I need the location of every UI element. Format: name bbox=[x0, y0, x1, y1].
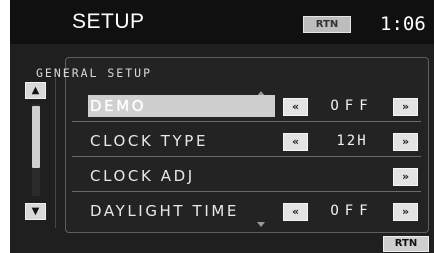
clock-type-increase-button[interactable]: » bbox=[393, 133, 418, 151]
clock-adj-enter-button[interactable]: » bbox=[393, 168, 418, 186]
double-left-arrow-icon: « bbox=[291, 100, 300, 113]
clock-type-decrease-button[interactable]: « bbox=[283, 133, 308, 151]
clock-display: 1:06 bbox=[380, 13, 426, 35]
row-label: DEMO bbox=[90, 97, 147, 115]
chevron-up-icon: ▲ bbox=[31, 85, 40, 96]
return-button-top[interactable]: RTN bbox=[303, 16, 351, 33]
scroll-thumb[interactable] bbox=[32, 106, 40, 168]
double-right-arrow-icon: » bbox=[401, 100, 410, 113]
panel-title: GENERAL SETUP bbox=[36, 66, 153, 80]
row-demo[interactable]: DEMO « OFF » bbox=[72, 93, 421, 122]
row-label: CLOCK ADJ bbox=[90, 167, 195, 185]
row-clock-adj[interactable]: CLOCK ADJ » bbox=[72, 163, 421, 192]
double-left-arrow-icon: « bbox=[291, 135, 300, 148]
row-label: CLOCK TYPE bbox=[90, 132, 209, 150]
row-label: DAYLIGHT TIME bbox=[90, 202, 239, 220]
list-more-below-icon bbox=[257, 222, 265, 227]
row-value: 12H bbox=[336, 133, 368, 149]
demo-increase-button[interactable]: » bbox=[393, 98, 418, 116]
setup-screen: SETUP RTN 1:06 ▲ ▼ GENERAL SETUP DEMO « … bbox=[10, 0, 434, 253]
daylight-time-increase-button[interactable]: » bbox=[393, 203, 418, 221]
return-button-bottom[interactable]: RTN bbox=[383, 236, 429, 252]
row-value: OFF bbox=[330, 98, 374, 114]
return-button-bottom-label: RTN bbox=[394, 238, 418, 249]
scroll-column: ▲ ▼ bbox=[17, 78, 56, 228]
page-title: SETUP bbox=[72, 10, 145, 33]
double-right-arrow-icon: » bbox=[401, 205, 410, 218]
double-right-arrow-icon: » bbox=[401, 170, 410, 183]
row-value: OFF bbox=[330, 203, 374, 219]
demo-decrease-button[interactable]: « bbox=[283, 98, 308, 116]
double-right-arrow-icon: » bbox=[401, 135, 410, 148]
return-button-top-label: RTN bbox=[315, 19, 339, 30]
scroll-down-button[interactable]: ▼ bbox=[25, 203, 46, 220]
daylight-time-decrease-button[interactable]: « bbox=[283, 203, 308, 221]
scroll-up-button[interactable]: ▲ bbox=[25, 82, 46, 99]
row-daylight-time[interactable]: DAYLIGHT TIME « OFF » bbox=[72, 198, 421, 226]
row-clock-type[interactable]: CLOCK TYPE « 12H » bbox=[72, 128, 421, 157]
header-bar: SETUP RTN 1:06 bbox=[10, 0, 434, 44]
double-left-arrow-icon: « bbox=[291, 205, 300, 218]
chevron-down-icon: ▼ bbox=[31, 206, 40, 217]
